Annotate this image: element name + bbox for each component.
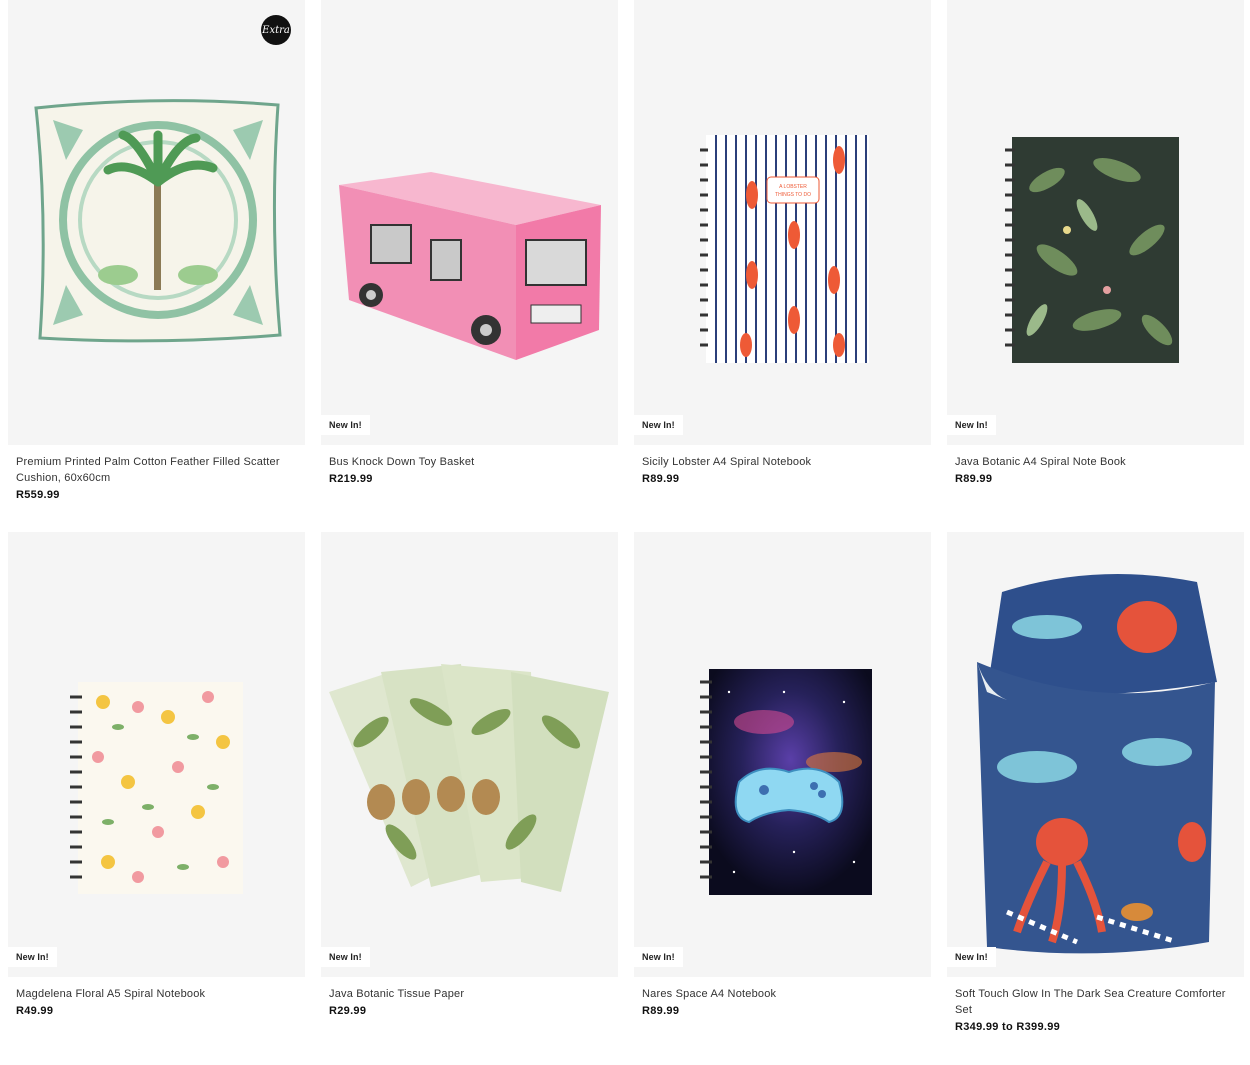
new-in-badge: New In! <box>321 947 370 967</box>
product-price: R89.99 <box>642 1005 680 1017</box>
product-name[interactable]: Sicily Lobster A4 Spiral Notebook <box>642 454 923 470</box>
product-card[interactable]: Extra Premium Printed Palm Cotton Feathe… <box>8 0 305 502</box>
product-card[interactable]: A LOBSTER THINGS TO DO New In! Sicily Lo… <box>634 0 931 502</box>
new-in-badge: New In! <box>947 415 996 435</box>
product-card[interactable]: New In! Java Botanic A4 Spiral Note Book… <box>947 0 1244 502</box>
lobster-notebook-image[interactable]: A LOBSTER THINGS TO DO New In! <box>634 0 931 445</box>
lobster-notebook-illustration: A LOBSTER THINGS TO DO <box>700 135 869 363</box>
new-in-badge: New In! <box>321 415 370 435</box>
product-name[interactable]: Java Botanic A4 Spiral Note Book <box>955 454 1236 470</box>
sea-comforter-image[interactable]: New In! <box>947 532 1244 977</box>
product-name[interactable]: Java Botanic Tissue Paper <box>329 986 610 1002</box>
space-notebook-image[interactable]: New In! <box>634 532 931 977</box>
product-price: R89.99 <box>642 473 680 485</box>
new-in-badge: New In! <box>947 947 996 967</box>
product-price: R559.99 <box>16 489 60 501</box>
tissue-paper-image[interactable]: New In! <box>321 532 618 977</box>
product-card[interactable]: New In! Java Botanic Tissue Paper R29.99 <box>321 532 618 1029</box>
product-grid: Extra Premium Printed Palm Cotton Feathe… <box>8 0 1244 1033</box>
botanic-notebook-illustration <box>1005 137 1179 363</box>
bus-basket-illustration <box>339 172 601 360</box>
product-name[interactable]: Soft Touch Glow In The Dark Sea Creature… <box>955 986 1236 1018</box>
product-card[interactable]: New In! Magdelena Floral A5 Spiral Noteb… <box>8 532 305 1029</box>
product-price: R219.99 <box>329 473 373 485</box>
product-card[interactable]: New In! Bus Knock Down Toy Basket R219.9… <box>321 0 618 502</box>
product-price: R349.99 to R399.99 <box>955 1021 1061 1033</box>
new-in-badge: New In! <box>634 947 683 967</box>
svg-text:A LOBSTER: A LOBSTER <box>779 184 807 190</box>
bus-basket-image[interactable]: New In! <box>321 0 618 445</box>
product-price: R29.99 <box>329 1005 367 1017</box>
product-price: R49.99 <box>16 1005 54 1017</box>
product-card[interactable]: New In! Nares Space A4 Notebook R89.99 <box>634 532 931 1029</box>
product-name[interactable]: Magdelena Floral A5 Spiral Notebook <box>16 986 297 1002</box>
palm-cushion-image[interactable]: Extra <box>8 0 305 445</box>
space-notebook-illustration <box>700 669 872 895</box>
product-name[interactable]: Nares Space A4 Notebook <box>642 986 923 1002</box>
floral-notebook-illustration <box>70 682 243 894</box>
svg-text:THINGS TO DO: THINGS TO DO <box>775 192 811 198</box>
product-name[interactable]: Bus Knock Down Toy Basket <box>329 454 610 470</box>
floral-notebook-image[interactable]: New In! <box>8 532 305 977</box>
new-in-badge: New In! <box>634 415 683 435</box>
extra-brand-logo: Extra <box>261 15 291 45</box>
sea-comforter-illustration <box>977 574 1217 954</box>
botanic-notebook-image[interactable]: New In! <box>947 0 1244 445</box>
cushion-illustration <box>34 99 282 343</box>
product-card[interactable]: New In! Soft Touch Glow In The Dark Sea … <box>947 532 1244 1033</box>
tissue-paper-illustration <box>329 664 609 892</box>
new-in-badge: New In! <box>8 947 57 967</box>
product-price: R89.99 <box>955 473 993 485</box>
product-name[interactable]: Premium Printed Palm Cotton Feather Fill… <box>16 454 297 486</box>
